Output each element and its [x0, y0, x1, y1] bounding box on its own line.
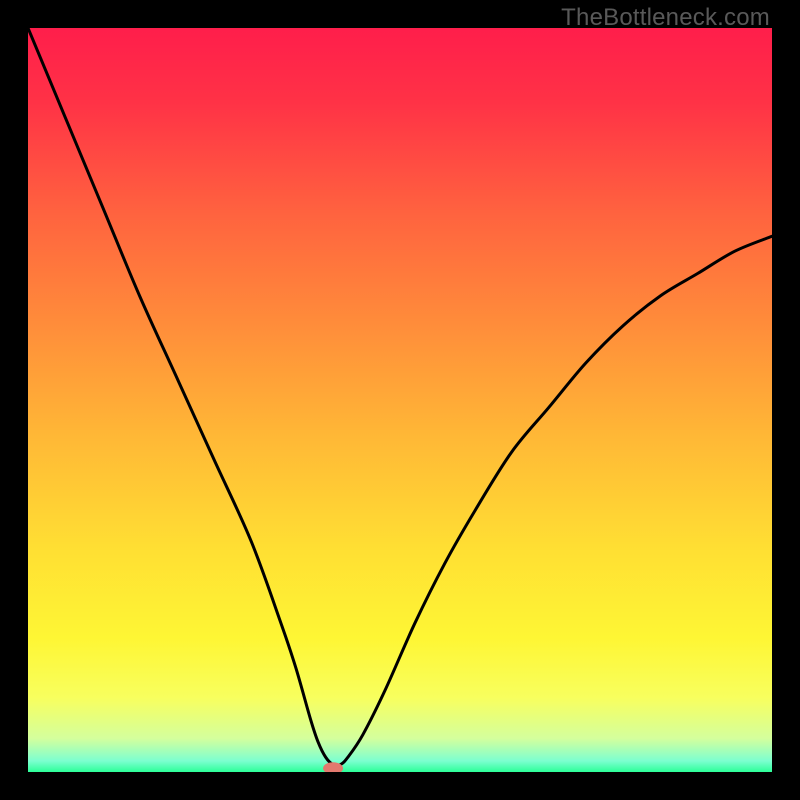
- bottleneck-chart: [28, 28, 772, 772]
- chart-frame: TheBottleneck.com: [0, 0, 800, 800]
- plot-area: [28, 28, 772, 772]
- gradient-background: [28, 28, 772, 772]
